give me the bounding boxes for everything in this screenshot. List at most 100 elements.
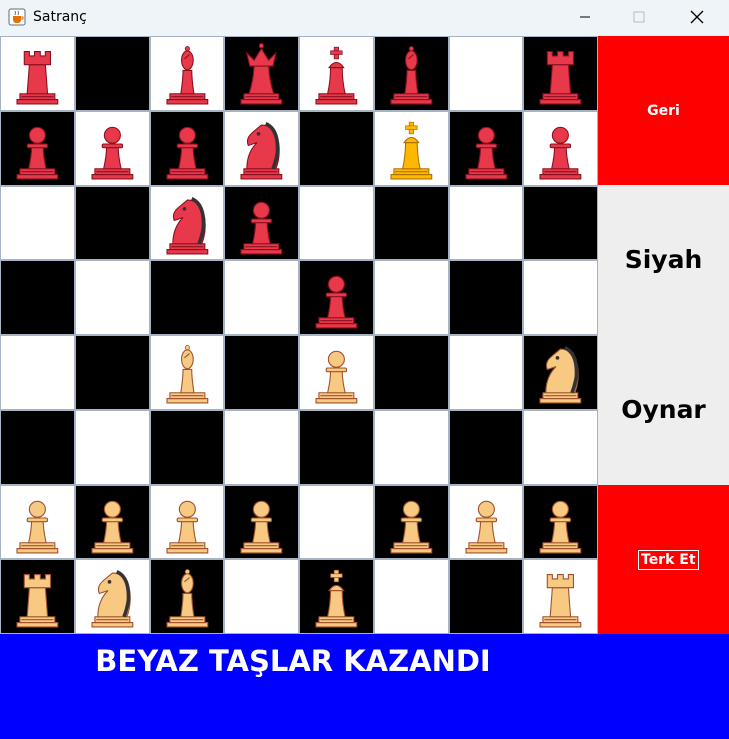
board-square[interactable]: [0, 185, 75, 261]
board-square[interactable]: [448, 110, 524, 186]
white-pawn-icon[interactable]: [76, 486, 149, 559]
white-pawn-icon[interactable]: [225, 486, 298, 559]
board-square[interactable]: [149, 559, 225, 634]
board-square[interactable]: [523, 409, 598, 485]
board-square[interactable]: [0, 559, 75, 634]
board-square[interactable]: [373, 185, 449, 261]
board-square[interactable]: [149, 409, 225, 485]
red-bishop-icon[interactable]: [151, 37, 224, 110]
board-square[interactable]: [448, 185, 524, 261]
white-knight-icon[interactable]: [524, 336, 597, 409]
board-square[interactable]: [523, 484, 598, 560]
maximize-button[interactable]: [618, 0, 664, 34]
board-square[interactable]: [149, 36, 225, 111]
red-pawn-icon[interactable]: [151, 112, 224, 185]
board-square[interactable]: [523, 559, 598, 634]
board-square[interactable]: [0, 409, 75, 485]
white-pawn-icon[interactable]: [375, 486, 448, 559]
red-pawn-icon[interactable]: [225, 187, 298, 260]
board-square[interactable]: [448, 335, 524, 410]
red-rook-icon[interactable]: [524, 37, 597, 110]
board-square[interactable]: [299, 260, 374, 335]
board-square[interactable]: [149, 335, 225, 410]
board-square[interactable]: [299, 484, 374, 560]
board-square[interactable]: [224, 36, 299, 111]
white-rook-icon[interactable]: [1, 560, 74, 633]
red-bishop-icon[interactable]: [375, 37, 448, 110]
board-square[interactable]: [299, 559, 374, 634]
board-square[interactable]: [224, 335, 299, 410]
board-square[interactable]: [74, 185, 150, 261]
white-bishop-icon[interactable]: [151, 336, 224, 409]
red-rook-icon[interactable]: [1, 37, 74, 110]
red-pawn-icon[interactable]: [76, 112, 149, 185]
back-button[interactable]: Geri: [598, 36, 729, 185]
board-square[interactable]: [0, 260, 75, 335]
red-knight-icon[interactable]: [151, 187, 224, 260]
white-rook-icon[interactable]: [524, 560, 597, 633]
board-square[interactable]: [373, 110, 449, 186]
board-square[interactable]: [448, 484, 524, 560]
board-square[interactable]: [74, 484, 150, 560]
white-pawn-icon[interactable]: [151, 486, 224, 559]
board-square[interactable]: [224, 185, 299, 261]
board-square[interactable]: [448, 260, 524, 335]
board-square[interactable]: [149, 484, 225, 560]
board-square[interactable]: [373, 335, 449, 410]
board-square[interactable]: [224, 110, 299, 186]
white-pawn-icon[interactable]: [450, 486, 523, 559]
board-square[interactable]: [74, 110, 150, 186]
board-square[interactable]: [299, 409, 374, 485]
board-square[interactable]: [448, 409, 524, 485]
board-square[interactable]: [373, 260, 449, 335]
red-queen-icon[interactable]: [225, 37, 298, 110]
board-square[interactable]: [299, 110, 374, 186]
board-square[interactable]: [448, 36, 524, 111]
board-square[interactable]: [373, 409, 449, 485]
board-square[interactable]: [149, 185, 225, 261]
board-square[interactable]: [74, 335, 150, 410]
board-square[interactable]: [448, 559, 524, 634]
board-square[interactable]: [373, 36, 449, 111]
white-bishop-icon[interactable]: [151, 560, 224, 633]
red-pawn-icon[interactable]: [300, 261, 373, 334]
red-pawn-icon[interactable]: [524, 112, 597, 185]
board-square[interactable]: [149, 110, 225, 186]
board-square[interactable]: [74, 36, 150, 111]
close-button[interactable]: [676, 0, 722, 34]
board-square[interactable]: [224, 484, 299, 560]
white-knight-icon[interactable]: [76, 560, 149, 633]
board-square[interactable]: [224, 559, 299, 634]
board-square[interactable]: [373, 484, 449, 560]
board-square[interactable]: [224, 409, 299, 485]
board-square[interactable]: [224, 260, 299, 335]
red-king-icon[interactable]: [300, 37, 373, 110]
board-square[interactable]: [0, 335, 75, 410]
white-pawn-icon[interactable]: [524, 486, 597, 559]
board-square[interactable]: [74, 409, 150, 485]
white-pawn-icon[interactable]: [1, 486, 74, 559]
white-pawn-icon[interactable]: [300, 336, 373, 409]
board-square[interactable]: [74, 559, 150, 634]
board-square[interactable]: [373, 559, 449, 634]
board-square[interactable]: [74, 260, 150, 335]
board-square[interactable]: [0, 36, 75, 111]
board-square[interactable]: [523, 36, 598, 111]
board-square[interactable]: [523, 335, 598, 410]
board-square[interactable]: [523, 110, 598, 186]
red-king-icon[interactable]: [375, 112, 448, 185]
minimize-button[interactable]: [564, 0, 610, 34]
board-square[interactable]: [523, 260, 598, 335]
board-square[interactable]: [0, 110, 75, 186]
red-knight-icon[interactable]: [225, 112, 298, 185]
board-square[interactable]: [299, 335, 374, 410]
board-square[interactable]: [299, 185, 374, 261]
red-pawn-icon[interactable]: [1, 112, 74, 185]
board-square[interactable]: [523, 185, 598, 261]
white-king-icon[interactable]: [300, 560, 373, 633]
board-square[interactable]: [149, 260, 225, 335]
resign-button[interactable]: Terk Et: [638, 550, 699, 570]
board-square[interactable]: [299, 36, 374, 111]
board-square[interactable]: [0, 484, 75, 560]
red-pawn-icon[interactable]: [450, 112, 523, 185]
